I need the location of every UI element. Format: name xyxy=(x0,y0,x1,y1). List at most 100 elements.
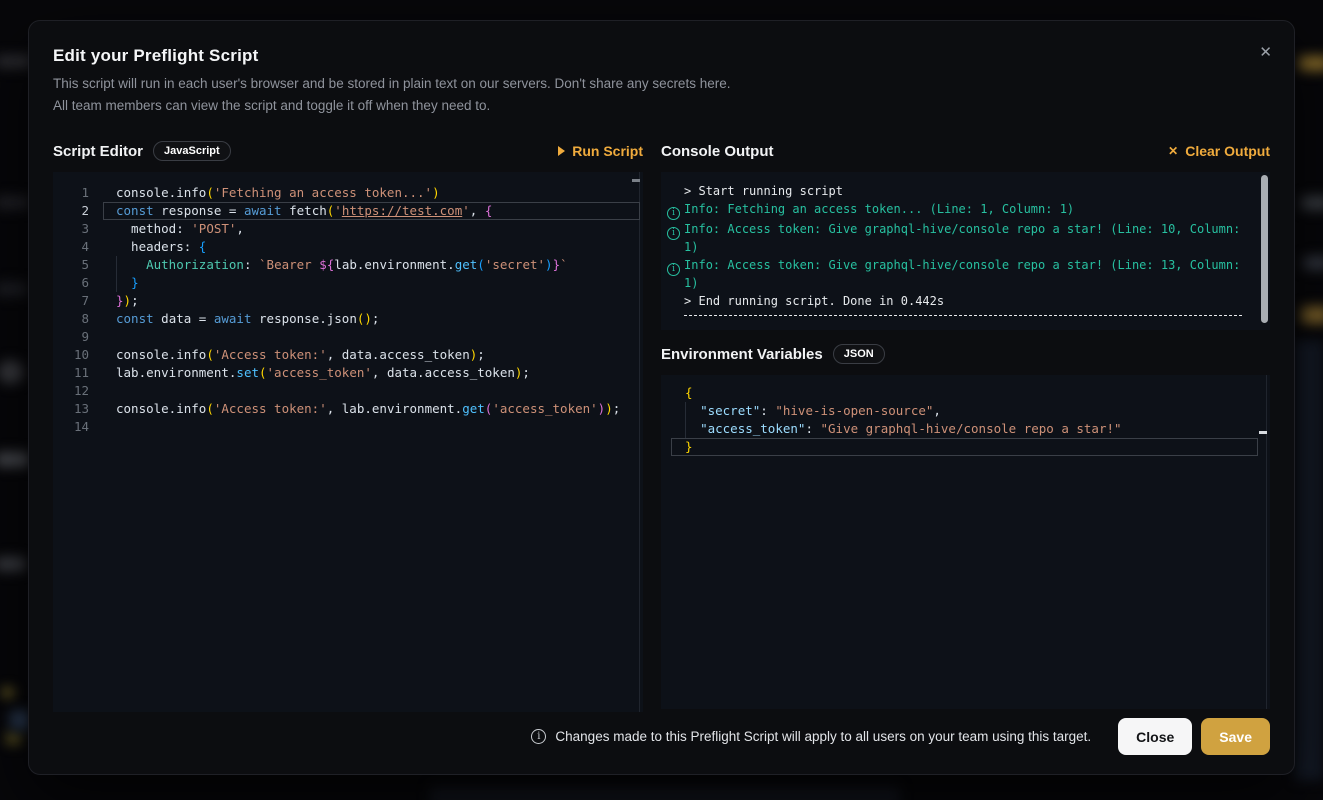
console-entry: > Start running script xyxy=(667,182,1270,200)
close-icon[interactable]: ✕ xyxy=(1259,45,1272,60)
indent-guide xyxy=(116,274,117,292)
code-text: const response = await fetch('https://te… xyxy=(103,202,492,220)
console-entry: iInfo: Fetching an access token... (Line… xyxy=(667,200,1270,220)
script-editor-heading: Script Editor xyxy=(53,143,143,160)
code-text: console.info('Access token:', data.acces… xyxy=(103,346,485,364)
modal-description: This script will run in each user's brow… xyxy=(53,73,1270,117)
environment-variables-editor[interactable]: { "secret": "hive-is-open-source", "acce… xyxy=(661,375,1270,709)
info-icon: i xyxy=(531,729,546,744)
console-entry-text: Info: Fetching an access token... (Line:… xyxy=(684,200,1074,218)
backdrop-blur-shape xyxy=(430,786,900,800)
backdrop-blur-shape xyxy=(1299,56,1323,71)
code-text: const data = await response.json(); xyxy=(103,310,379,328)
code-line[interactable]: 8const data = await response.json(); xyxy=(53,310,643,328)
code-line[interactable]: 2const response = await fetch('https://t… xyxy=(53,202,643,220)
backdrop-blur-shape xyxy=(10,710,30,730)
script-code-editor[interactable]: 1console.info('Fetching an access token.… xyxy=(53,172,643,712)
code-text: Authorization: `Bearer ${lab.environment… xyxy=(103,256,568,274)
code-text xyxy=(103,328,124,346)
console-entry-text: Info: Access token: Give graphql-hive/co… xyxy=(684,220,1250,256)
description-line: This script will run in each user's brow… xyxy=(53,73,1270,95)
code-line[interactable]: 7}); xyxy=(53,292,643,310)
line-number: 10 xyxy=(53,346,103,364)
close-button[interactable]: Close xyxy=(1118,718,1192,755)
javascript-badge: JavaScript xyxy=(153,141,231,161)
page-title: Edit your Preflight Script xyxy=(53,46,1270,66)
code-line[interactable]: 10console.info('Access token:', data.acc… xyxy=(53,346,643,364)
code-text: console.info('Access token:', lab.enviro… xyxy=(103,400,620,418)
save-button[interactable]: Save xyxy=(1201,718,1270,755)
backdrop-blur-shape xyxy=(1295,340,1323,780)
json-line[interactable]: "secret": "hive-is-open-source", xyxy=(661,402,1270,420)
backdrop-blur-shape xyxy=(2,688,14,697)
code-text: method: 'POST', xyxy=(103,220,244,238)
console-entry: iInfo: Access token: Give graphql-hive/c… xyxy=(667,256,1270,292)
line-number: 2 xyxy=(53,202,103,220)
info-icon: i xyxy=(667,220,684,240)
code-text: { xyxy=(661,384,693,402)
code-text: } xyxy=(103,274,139,292)
play-icon xyxy=(558,146,565,156)
line-number: 4 xyxy=(53,238,103,256)
backdrop-blur-shape xyxy=(6,733,21,744)
json-line[interactable]: } xyxy=(661,438,1270,456)
preflight-script-modal: ✕ Edit your Preflight Script This script… xyxy=(28,20,1295,775)
console-scrollbar[interactable] xyxy=(1261,175,1268,323)
backdrop-blur-shape xyxy=(1301,196,1323,210)
line-number: 3 xyxy=(53,220,103,238)
console-entry-text: > Start running script xyxy=(684,182,843,200)
code-line[interactable]: 11lab.environment.set('access_token', da… xyxy=(53,364,643,382)
code-text: "secret": "hive-is-open-source", xyxy=(661,402,941,420)
console-entry: > End running script. Done in 0.442s xyxy=(667,292,1270,310)
line-number: 14 xyxy=(53,418,103,436)
json-badge: JSON xyxy=(833,344,885,364)
indent-guide xyxy=(685,420,686,438)
code-line[interactable]: 5 Authorization: `Bearer ${lab.environme… xyxy=(53,256,643,274)
clear-output-label: Clear Output xyxy=(1185,143,1270,159)
line-number: 9 xyxy=(53,328,103,346)
entry-icon-spacer xyxy=(667,292,684,294)
code-line[interactable]: 14 xyxy=(53,418,643,436)
backdrop-blur-shape xyxy=(0,360,24,384)
code-line[interactable]: 1console.info('Fetching an access token.… xyxy=(53,184,643,202)
code-line[interactable]: 9 xyxy=(53,328,643,346)
line-number: 13 xyxy=(53,400,103,418)
code-text: "access_token": "Give graphql-hive/conso… xyxy=(661,420,1122,438)
console-separator xyxy=(684,315,1242,316)
page-background: ✕ Edit your Preflight Script This script… xyxy=(0,0,1323,800)
console-entry-text: > End running script. Done in 0.442s xyxy=(684,292,944,310)
console-entry: iInfo: Access token: Give graphql-hive/c… xyxy=(667,220,1270,256)
line-number: 12 xyxy=(53,382,103,400)
code-text: } xyxy=(661,438,693,456)
active-line-highlight xyxy=(671,438,1258,456)
info-icon: i xyxy=(667,200,684,220)
code-text: lab.environment.set('access_token', data… xyxy=(103,364,530,382)
console-entry-text: Info: Access token: Give graphql-hive/co… xyxy=(684,256,1250,292)
code-line[interactable]: 6 } xyxy=(53,274,643,292)
run-script-button[interactable]: Run Script xyxy=(558,143,643,159)
json-line[interactable]: { xyxy=(661,384,1270,402)
overview-ruler-mark xyxy=(632,179,640,182)
environment-variables-heading: Environment Variables xyxy=(661,346,823,363)
code-text xyxy=(103,418,124,436)
console-output-panel[interactable]: > Start running scriptiInfo: Fetching an… xyxy=(661,172,1270,330)
backdrop-blur-shape xyxy=(0,282,28,296)
info-icon: i xyxy=(667,256,684,276)
backdrop-blur-shape xyxy=(0,196,30,209)
clear-icon: ✕ xyxy=(1168,145,1178,157)
backdrop-blur-shape xyxy=(1301,306,1323,324)
code-line[interactable]: 4 headers: { xyxy=(53,238,643,256)
line-number: 8 xyxy=(53,310,103,328)
code-text: headers: { xyxy=(103,238,206,256)
json-line[interactable]: "access_token": "Give graphql-hive/conso… xyxy=(661,420,1270,438)
code-line[interactable]: 3 method: 'POST', xyxy=(53,220,643,238)
code-line[interactable]: 13console.info('Access token:', lab.envi… xyxy=(53,400,643,418)
description-line: All team members can view the script and… xyxy=(53,95,1270,117)
backdrop-blur-shape xyxy=(0,452,30,467)
line-number: 6 xyxy=(53,274,103,292)
line-number: 1 xyxy=(53,184,103,202)
footer-note: i Changes made to this Preflight Script … xyxy=(531,729,1091,744)
code-line[interactable]: 12 xyxy=(53,382,643,400)
entry-icon-spacer xyxy=(667,182,684,184)
clear-output-button[interactable]: ✕ Clear Output xyxy=(1168,143,1270,159)
